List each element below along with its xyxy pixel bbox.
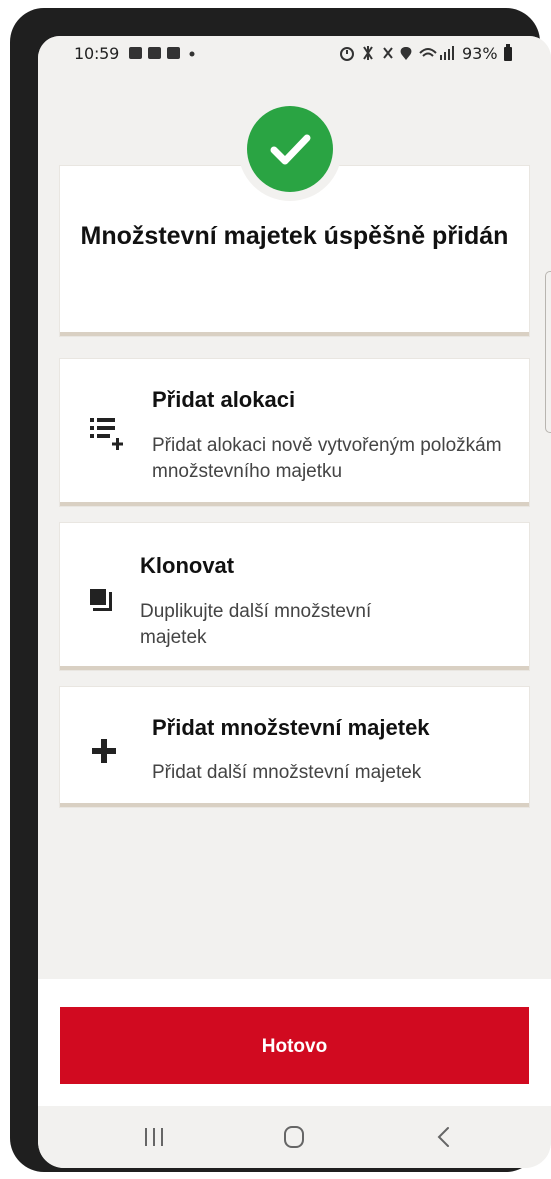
- back-icon[interactable]: [424, 1122, 464, 1152]
- notification-icons-svg: [129, 47, 195, 59]
- option-description: Přidat alokaci nově vytvořeným položkám …: [152, 435, 502, 482]
- status-time: 10:59: [74, 44, 120, 63]
- system-icons-svg: [340, 46, 454, 61]
- plus-icon: [90, 737, 118, 770]
- bottom-action-area: Hotovo: [38, 979, 551, 1106]
- option-add-allocation[interactable]: Přidat alokaci Přidat alokaci nově vytvo…: [60, 359, 529, 506]
- home-icon[interactable]: [274, 1122, 314, 1152]
- notification-icons: [128, 44, 208, 66]
- done-button[interactable]: Hotovo: [60, 1007, 529, 1084]
- system-icons: [340, 44, 460, 66]
- copy-icon: [88, 587, 118, 622]
- option-title: Přidat alokaci: [152, 387, 296, 412]
- navigation-bar: [38, 1106, 551, 1168]
- screen: 10:59 93% Množstevní majetek úspěšně při…: [38, 36, 551, 1168]
- edge-panel-handle[interactable]: [545, 271, 551, 433]
- phone-frame: 10:59 93% Množstevní majetek úspěšně při…: [10, 8, 551, 1172]
- option-title: Přidat množstevní majetek: [152, 715, 430, 740]
- list-add-icon: [88, 414, 128, 459]
- recents-icon[interactable]: [134, 1122, 174, 1152]
- status-bar: 10:59 93%: [38, 36, 551, 71]
- battery-level: 93%: [462, 44, 498, 63]
- option-clone[interactable]: Klonovat Duplikujte další množstevní maj…: [60, 523, 529, 670]
- battery-icon: [504, 44, 512, 61]
- option-description: Duplikujte další množstevní majetek: [140, 601, 372, 648]
- option-title: Klonovat: [140, 553, 235, 578]
- checkmark-icon: [247, 106, 333, 192]
- option-description: Přidat další množstevní majetek: [152, 762, 422, 783]
- option-add-quantity-asset[interactable]: Přidat množstevní majetek Přidat další m…: [60, 687, 529, 807]
- success-title: Množstevní majetek úspěšně přidán: [80, 222, 509, 250]
